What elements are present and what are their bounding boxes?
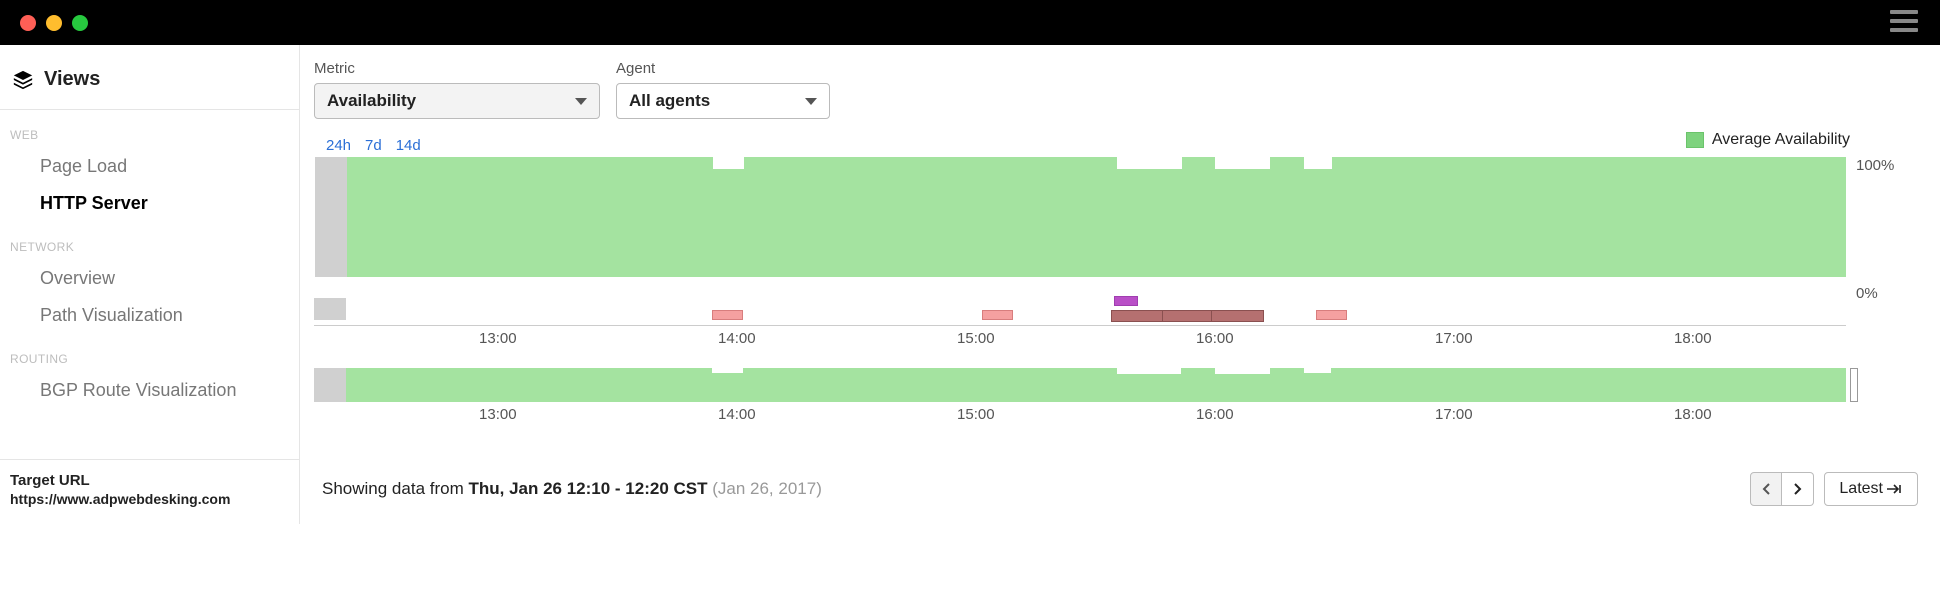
time-axis-overview: 13:00 14:00 15:00 16:00 17:00 18:00 bbox=[314, 406, 1846, 428]
showing-prefix: Showing data from bbox=[322, 479, 468, 498]
latest-label: Latest bbox=[1839, 480, 1883, 498]
agent-label: Agent bbox=[616, 60, 830, 77]
minimize-window-icon[interactable] bbox=[46, 15, 62, 31]
overview-area-fill bbox=[346, 368, 1846, 402]
chart-area-fill bbox=[347, 157, 1846, 277]
agent-value: All agents bbox=[629, 91, 710, 111]
overview-chart[interactable] bbox=[314, 366, 1846, 402]
chevron-right-icon bbox=[1794, 483, 1802, 495]
pager: Latest bbox=[1750, 472, 1918, 506]
time-tick: 16:00 bbox=[1196, 330, 1234, 347]
section-label-routing: ROUTING bbox=[0, 334, 299, 372]
sidebar: Views WEB Page Load HTTP Server NETWORK … bbox=[0, 45, 300, 524]
time-tick: 13:00 bbox=[479, 406, 517, 423]
overview-dip bbox=[1215, 368, 1270, 374]
nav-http-server[interactable]: HTTP Server bbox=[0, 185, 299, 222]
section-label-web: WEB bbox=[0, 110, 299, 148]
time-tick: 15:00 bbox=[957, 330, 995, 347]
page-next-button[interactable] bbox=[1782, 472, 1814, 506]
overview-dip bbox=[1117, 368, 1181, 374]
maximize-window-icon[interactable] bbox=[72, 15, 88, 31]
event-marker-red[interactable] bbox=[1316, 310, 1347, 320]
nav-overview[interactable]: Overview bbox=[0, 260, 299, 297]
chevron-down-icon bbox=[805, 98, 817, 105]
target-url-value: https://www.adpwebdesking.com bbox=[10, 491, 289, 507]
time-tick: 17:00 bbox=[1435, 330, 1473, 347]
nav-bgp-route[interactable]: BGP Route Visualization bbox=[0, 372, 299, 409]
views-header: Views bbox=[0, 65, 299, 110]
time-tick: 17:00 bbox=[1435, 406, 1473, 423]
time-tick: 15:00 bbox=[957, 406, 995, 423]
chart-no-data-region bbox=[315, 157, 347, 277]
titlebar bbox=[0, 0, 1940, 45]
metric-value: Availability bbox=[327, 91, 416, 111]
overview-dip bbox=[1304, 368, 1332, 373]
metric-select[interactable]: Availability bbox=[314, 83, 600, 119]
time-tick: 13:00 bbox=[479, 330, 517, 347]
time-tick: 18:00 bbox=[1674, 330, 1712, 347]
section-label-network: NETWORK bbox=[0, 222, 299, 260]
event-no-data-region bbox=[314, 298, 346, 320]
overview-no-data-region bbox=[314, 368, 346, 402]
close-window-icon[interactable] bbox=[20, 15, 36, 31]
nav-page-load[interactable]: Page Load bbox=[0, 148, 299, 185]
time-tick: 16:00 bbox=[1196, 406, 1234, 423]
overview-scrub-handle[interactable] bbox=[1850, 368, 1858, 402]
y-axis-top: 100% bbox=[1856, 157, 1900, 174]
event-marker-red[interactable] bbox=[982, 310, 1013, 320]
agent-group: Agent All agents bbox=[616, 60, 830, 119]
content: Metric Availability Agent All agents Ave… bbox=[300, 45, 1940, 524]
agent-select[interactable]: All agents bbox=[616, 83, 830, 119]
tab-7d[interactable]: 7d bbox=[365, 137, 382, 154]
chart-dip bbox=[1304, 157, 1332, 169]
arrow-end-icon bbox=[1887, 484, 1903, 494]
event-marker-darkred[interactable] bbox=[1111, 310, 1264, 322]
event-marker-purple[interactable] bbox=[1114, 296, 1139, 306]
footer: Showing data from Thu, Jan 26 12:10 - 12… bbox=[310, 464, 1930, 514]
tab-14d[interactable]: 14d bbox=[396, 137, 421, 154]
event-strip[interactable] bbox=[314, 308, 1846, 326]
latest-button[interactable]: Latest bbox=[1824, 472, 1918, 506]
chart-dip bbox=[1117, 157, 1181, 169]
chart-dip bbox=[713, 157, 744, 169]
overview-dip bbox=[712, 368, 743, 373]
target-block: Target URL https://www.adpwebdesking.com bbox=[0, 459, 299, 519]
chevron-down-icon bbox=[575, 98, 587, 105]
time-range-tabs: 24h 7d 14d bbox=[326, 137, 421, 154]
time-axis-main: 13:00 14:00 15:00 16:00 17:00 18:00 bbox=[314, 330, 1846, 352]
showing-text: Showing data from Thu, Jan 26 12:10 - 12… bbox=[322, 479, 822, 499]
views-title: Views bbox=[44, 68, 100, 91]
target-url-label: Target URL bbox=[10, 472, 289, 489]
chevron-left-icon bbox=[1762, 483, 1770, 495]
chart-dip bbox=[1215, 157, 1270, 169]
hamburger-menu-icon[interactable] bbox=[1890, 10, 1918, 32]
page-prev-button[interactable] bbox=[1750, 472, 1782, 506]
tab-24h[interactable]: 24h bbox=[326, 137, 351, 154]
metric-label: Metric bbox=[314, 60, 600, 77]
showing-range: Thu, Jan 26 12:10 - 12:20 CST bbox=[468, 479, 712, 498]
traffic-lights bbox=[20, 15, 88, 31]
layers-icon bbox=[12, 69, 34, 91]
time-tick: 18:00 bbox=[1674, 406, 1712, 423]
metric-group: Metric Availability bbox=[314, 60, 600, 119]
nav-path-visualization[interactable]: Path Visualization bbox=[0, 297, 299, 334]
event-marker-red[interactable] bbox=[712, 310, 743, 320]
showing-date: (Jan 26, 2017) bbox=[712, 479, 822, 498]
time-tick: 14:00 bbox=[718, 330, 756, 347]
y-axis-bottom: 0% bbox=[1856, 285, 1900, 302]
controls: Metric Availability Agent All agents bbox=[310, 60, 1930, 135]
chart-zone: Average Availability 24h 7d 14d bbox=[314, 135, 1900, 428]
availability-chart[interactable] bbox=[314, 157, 1846, 302]
time-tick: 14:00 bbox=[718, 406, 756, 423]
